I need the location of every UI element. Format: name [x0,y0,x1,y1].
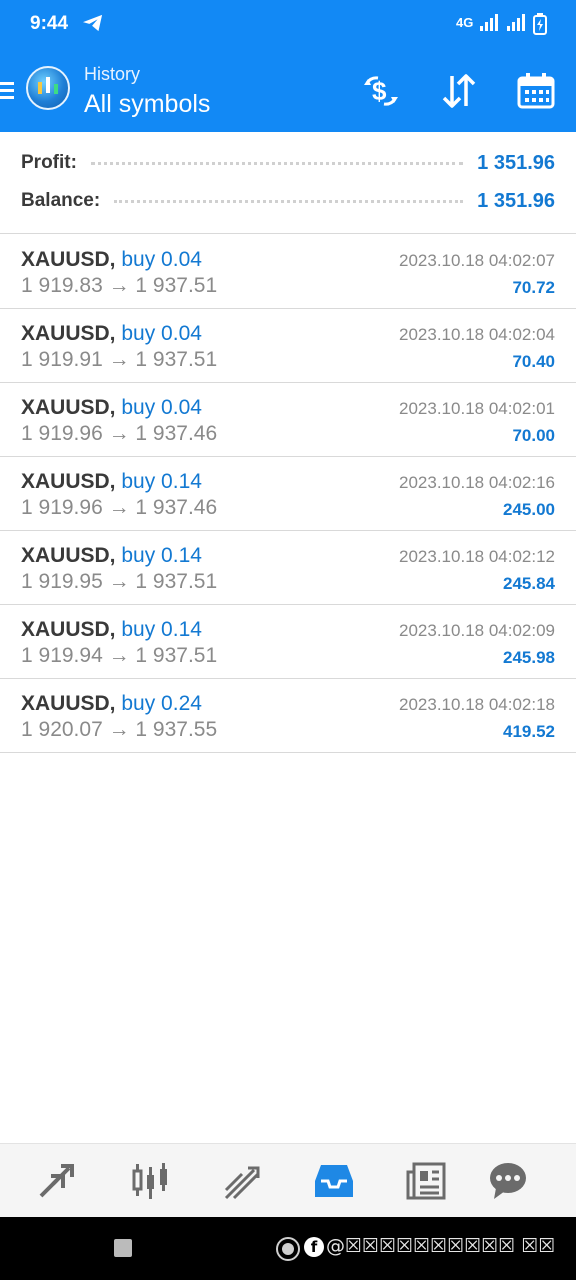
deal-profit: 419.52 [503,722,555,741]
deal-type: buy 0.14 [121,470,202,493]
deal-prices: 1 919.96 → 1 937.46 [21,496,218,519]
nav-chat[interactable] [487,1160,529,1202]
battery-icon [533,13,547,35]
toolbar-title[interactable]: All symbols [84,90,210,119]
history-summary: Profit: 1 351.96 Balance: 1 351.96 [0,132,576,234]
signal-strength-icon [480,14,498,31]
svg-text:$: $ [372,76,387,106]
deal-prices: 1 919.91 → 1 937.51 [21,348,218,371]
app-logo[interactable] [26,66,70,110]
deal-type: buy 0.24 [121,692,202,715]
deal-symbol: XAUUSD, [21,248,116,271]
deal-prices: 1 919.83 → 1 937.51 [21,274,218,297]
watermark-text: @☒☒☒☒☒☒☒☒☒☒ ☒☒ [326,1235,556,1257]
watermark: f @☒☒☒☒☒☒☒☒☒☒ ☒☒ [304,1235,555,1257]
trade-icon [224,1166,260,1200]
deal-type: buy 0.04 [121,322,202,345]
deal-profit: 70.00 [512,426,555,445]
deal-time: 2023.10.18 04:02:04 [399,325,555,344]
deal-symbol: XAUUSD, [21,396,116,419]
deal-symbol: XAUUSD, [21,322,116,345]
deal-time: 2023.10.18 04:02:16 [399,473,555,492]
dotted-leader [90,161,464,165]
deal-symbol: XAUUSD, [21,470,116,493]
deal-symbol: XAUUSD, [21,692,116,715]
nav-trade[interactable] [221,1160,263,1202]
nav-chart[interactable] [129,1160,171,1202]
dollar-exchange-icon: $ [364,76,398,106]
deal-time: 2023.10.18 04:02:18 [399,695,555,714]
deal-time: 2023.10.18 04:02:07 [399,251,555,270]
news-icon [406,1162,446,1200]
deal-time: 2023.10.18 04:02:01 [399,399,555,418]
profit-value: 1 351.96 [477,151,555,174]
calendar-button[interactable] [516,72,556,110]
profit-row: Profit: 1 351.96 [21,148,555,178]
logo-chart-icon [38,77,58,94]
home-button[interactable] [276,1237,300,1261]
deal-prices: 1 919.94 → 1 937.51 [21,644,218,667]
balance-value: 1 351.96 [477,189,555,212]
toolbar-subtitle: History [84,64,141,84]
deal-row[interactable]: XAUUSD, buy 0.04 1 919.91 → 1 937.51 202… [0,309,576,383]
nav-quotes[interactable] [36,1160,78,1202]
chat-icon [490,1163,526,1199]
deal-profit: 70.40 [512,352,555,371]
deal-symbol: XAUUSD, [21,618,116,641]
deposit-withdrawal-button[interactable]: $ [361,72,401,110]
quotes-icon [39,1164,74,1198]
system-navigation-bar: f @☒☒☒☒☒☒☒☒☒☒ ☒☒ [0,1217,576,1280]
deal-row[interactable]: XAUUSD, buy 0.04 1 919.83 → 1 937.51 202… [0,235,576,309]
deal-prices: 1 919.95 → 1 937.51 [21,570,218,593]
recent-apps-button[interactable] [114,1239,132,1257]
deal-profit: 245.84 [503,574,555,593]
balance-label: Balance: [21,190,101,211]
deal-profit: 245.98 [503,648,555,667]
deal-row[interactable]: XAUUSD, buy 0.14 1 919.95 → 1 937.51 202… [0,531,576,605]
dotted-leader [114,199,464,203]
profit-label: Profit: [21,152,77,173]
deal-row[interactable]: XAUUSD, buy 0.04 1 919.96 → 1 937.46 202… [0,383,576,457]
nav-history[interactable] [313,1160,355,1202]
calendar-icon [517,73,555,109]
deal-profit: 70.72 [512,278,555,297]
deal-type: buy 0.04 [121,248,202,271]
deal-profit: 245.00 [503,500,555,519]
deal-symbol: XAUUSD, [21,544,116,567]
app-header: 9:44 4G History All symbols $ [0,0,576,132]
balance-row: Balance: 1 351.96 [21,186,555,216]
status-bar: 9:44 4G [0,0,576,48]
deal-type: buy 0.14 [121,544,202,567]
facebook-icon: f [304,1236,324,1257]
toolbar: History All symbols $ [0,48,576,132]
deal-prices: 1 920.07 → 1 937.55 [21,718,218,741]
deal-type: buy 0.04 [121,396,202,419]
network-type-label: 4G [456,15,474,30]
deal-prices: 1 919.96 → 1 937.46 [21,422,218,445]
status-time: 9:44 [30,13,69,34]
bottom-navigation [0,1143,576,1217]
deal-row[interactable]: XAUUSD, buy 0.14 1 919.94 → 1 937.51 202… [0,605,576,679]
signal-strength-icon [507,14,525,31]
deal-time: 2023.10.18 04:02:09 [399,621,555,640]
history-icon [315,1165,353,1197]
deal-time: 2023.10.18 04:02:12 [399,547,555,566]
deal-row[interactable]: XAUUSD, buy 0.24 1 920.07 → 1 937.55 202… [0,679,576,753]
telegram-icon [83,14,103,32]
deal-row[interactable]: XAUUSD, buy 0.14 1 919.96 → 1 937.46 202… [0,457,576,531]
menu-icon[interactable] [0,80,16,100]
sort-arrows-icon [442,74,476,108]
chart-icon [132,1163,167,1199]
deal-type: buy 0.14 [121,618,202,641]
sort-button[interactable] [439,72,479,110]
nav-news[interactable] [405,1160,447,1202]
